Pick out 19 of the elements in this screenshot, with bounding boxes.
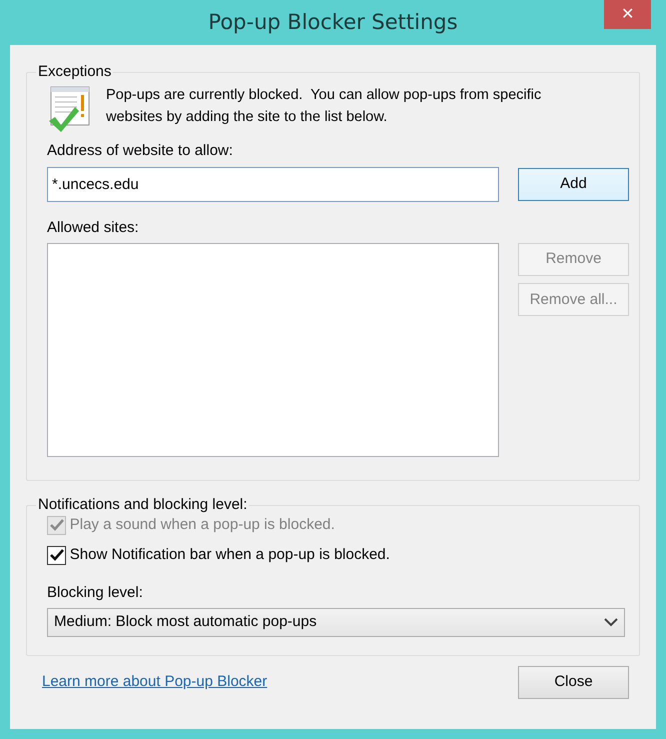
field-label: Address of website to allow: (47, 141, 234, 162)
blocking-level-dropdown[interactable]: Medium: Block most automatic pop-ups (47, 608, 625, 637)
caret-icon (604, 618, 618, 627)
close-button[interactable]: Close (518, 666, 629, 699)
checkbox-label: Play a sound when a pop-up is blocked. (70, 515, 335, 535)
list-label: Allowed sites: (47, 218, 140, 238)
close-button[interactable]: ✕ (604, 0, 651, 29)
group-heading: Exceptions (37, 63, 112, 81)
learn-more-link[interactable]: Learn more about Pop-up Blocker (42, 671, 268, 694)
group-heading: Notifications and blocking level: (37, 496, 248, 514)
info-message: Pop-ups are currently blocked. You can allow pop-ups from specific websites by adding the site to the list below. (106, 86, 542, 126)
checkbox[interactable] (47, 546, 66, 565)
window-title: Pop-up Blocker Settings (208, 8, 458, 36)
address-field[interactable]: *.uncecs.edu (47, 166, 499, 202)
checkbox-label: Show Notification bar when a pop-up is blocked. (70, 545, 390, 565)
field-label: Blocking level: (47, 582, 144, 602)
blocked-window-icon (47, 84, 91, 133)
add-button[interactable]: Add (518, 168, 629, 200)
dropdown-value: Medium: Block most automatic pop-ups (54, 612, 317, 632)
